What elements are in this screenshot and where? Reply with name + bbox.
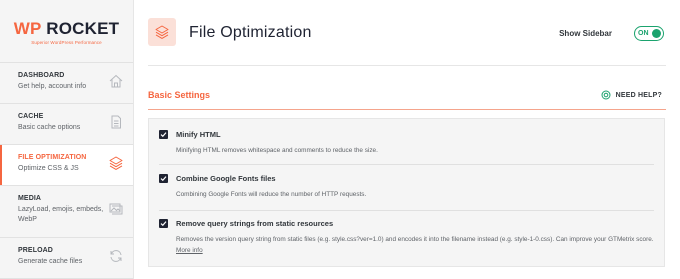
file-optimization-header-icon [148,18,176,46]
option-title[interactable]: Combine Google Fonts files [176,174,276,183]
sidebar-item-file-optimization[interactable]: FILE OPTIMIZATION Optimize CSS & JS [0,145,133,186]
sidebar-item-media[interactable]: MEDIA LazyLoad, emojis, embeds, WebP [0,186,133,238]
sidebar-item-subtitle: LazyLoad, emojis, embeds, WebP [18,206,104,223]
sidebar-nav: DASHBOARD Get help, account info CACHE B… [0,62,133,279]
remove-query-strings-checkbox[interactable] [159,219,168,228]
logo-tagline: Superior WordPress Performance [31,39,102,45]
option-combine-google-fonts: Combine Google Fonts files Combining Goo… [159,171,654,211]
need-help-label: NEED HELP? [615,91,662,99]
checkmark-icon [160,176,167,182]
option-description: Minifying HTML removes whitespace and co… [176,147,378,154]
section-divider [148,109,666,110]
wp-rocket-logo[interactable]: WP ROCKET Superior WordPress Performance [0,0,133,62]
sidebar-item-subtitle: Get help, account info [18,83,87,90]
option-title[interactable]: Minify HTML [176,130,221,139]
layers-icon [155,25,169,39]
toggle-state-label: ON [638,30,649,37]
option-description: Combining Google Fonts will reduce the n… [176,191,367,198]
checkmark-icon [160,221,167,227]
refresh-icon [110,250,122,262]
option-remove-query-strings: Remove query strings from static resourc… [159,216,654,264]
logo-wordmark: WP ROCKET [13,18,120,38]
checkmark-icon [160,132,167,138]
sidebar-item-dashboard[interactable]: DASHBOARD Get help, account info [0,63,133,104]
combine-google-fonts-checkbox[interactable] [159,174,168,183]
show-sidebar-label: Show Sidebar [559,29,612,38]
basic-settings-section-header: Basic Settings NEED HELP? [148,66,666,110]
sidebar: WP ROCKET Superior WordPress Performance… [0,0,134,279]
option-title[interactable]: Remove query strings from static resourc… [176,219,333,228]
need-help-link[interactable]: NEED HELP? [601,90,662,100]
sidebar-item-subtitle: Basic cache options [18,124,81,131]
sidebar-item-subtitle: Optimize CSS & JS [18,165,79,172]
option-description-text: Removes the version query string from st… [176,236,654,243]
basic-settings-panel: Minify HTML Minifying HTML removes white… [148,118,665,267]
home-icon [109,74,123,88]
sidebar-item-preload[interactable]: PRELOAD Generate cache files [0,238,133,279]
option-minify-html: Minify HTML Minifying HTML removes white… [159,127,654,165]
toggle-knob [652,29,661,38]
more-info-link[interactable]: More info [176,247,203,254]
section-title: Basic Settings [148,90,211,100]
minify-html-checkbox[interactable] [159,130,168,139]
page-header: File Optimization Show Sidebar ON [148,0,666,66]
document-icon [111,115,121,129]
page-title: File Optimization [189,24,312,41]
show-sidebar-toggle[interactable]: ON [634,26,664,41]
sidebar-item-subtitle: Generate cache files [18,258,83,265]
layers-icon [109,156,123,170]
option-description: Removes the version query string from st… [176,234,661,256]
sidebar-item-cache[interactable]: CACHE Basic cache options [0,104,133,145]
help-lifebuoy-icon [601,90,611,100]
image-icon [109,203,123,215]
